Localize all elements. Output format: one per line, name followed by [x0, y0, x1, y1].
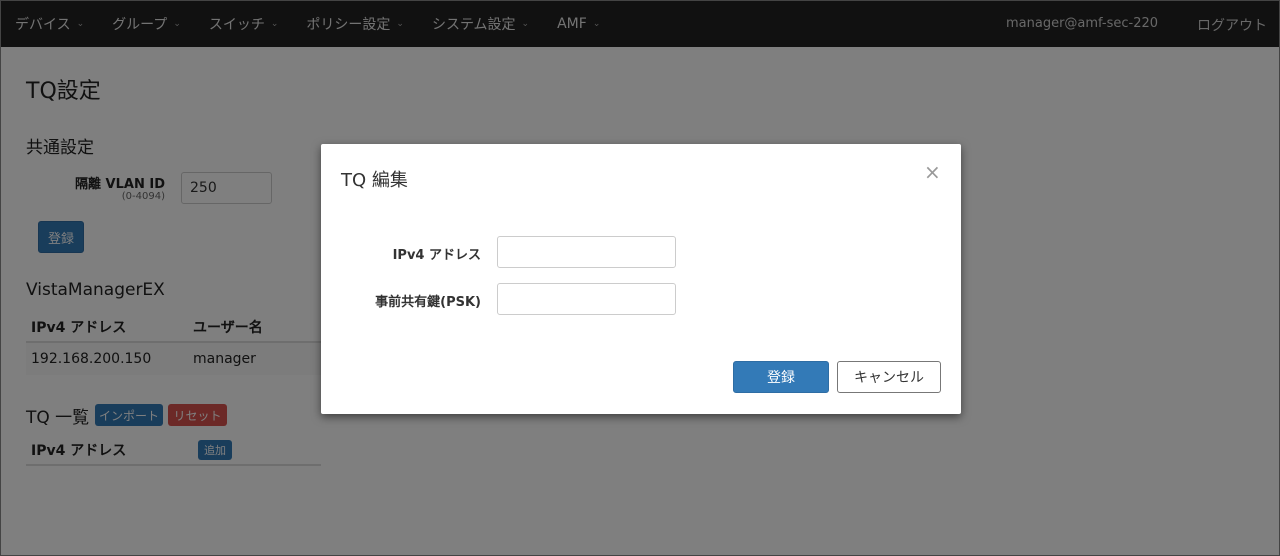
tq-edit-dialog: TQ 編集 × IPv4 アドレス 事前共有鍵(PSK) 登録 キャンセル [321, 144, 961, 414]
ipv4-address-input[interactable] [497, 236, 676, 268]
dialog-title: TQ 編集 [341, 170, 408, 191]
close-icon[interactable]: × [924, 162, 941, 182]
psk-input[interactable] [497, 283, 676, 315]
cancel-button[interactable]: キャンセル [837, 361, 941, 393]
register-button[interactable]: 登録 [733, 361, 829, 393]
ipv4-address-label: IPv4 アドレス [392, 248, 481, 263]
app-window: デバイス ⌄ グループ ⌄ スイッチ ⌄ ポリシー設定 ⌄ システム設定 ⌄ A… [0, 0, 1280, 556]
psk-label: 事前共有鍵(PSK) [375, 295, 481, 310]
